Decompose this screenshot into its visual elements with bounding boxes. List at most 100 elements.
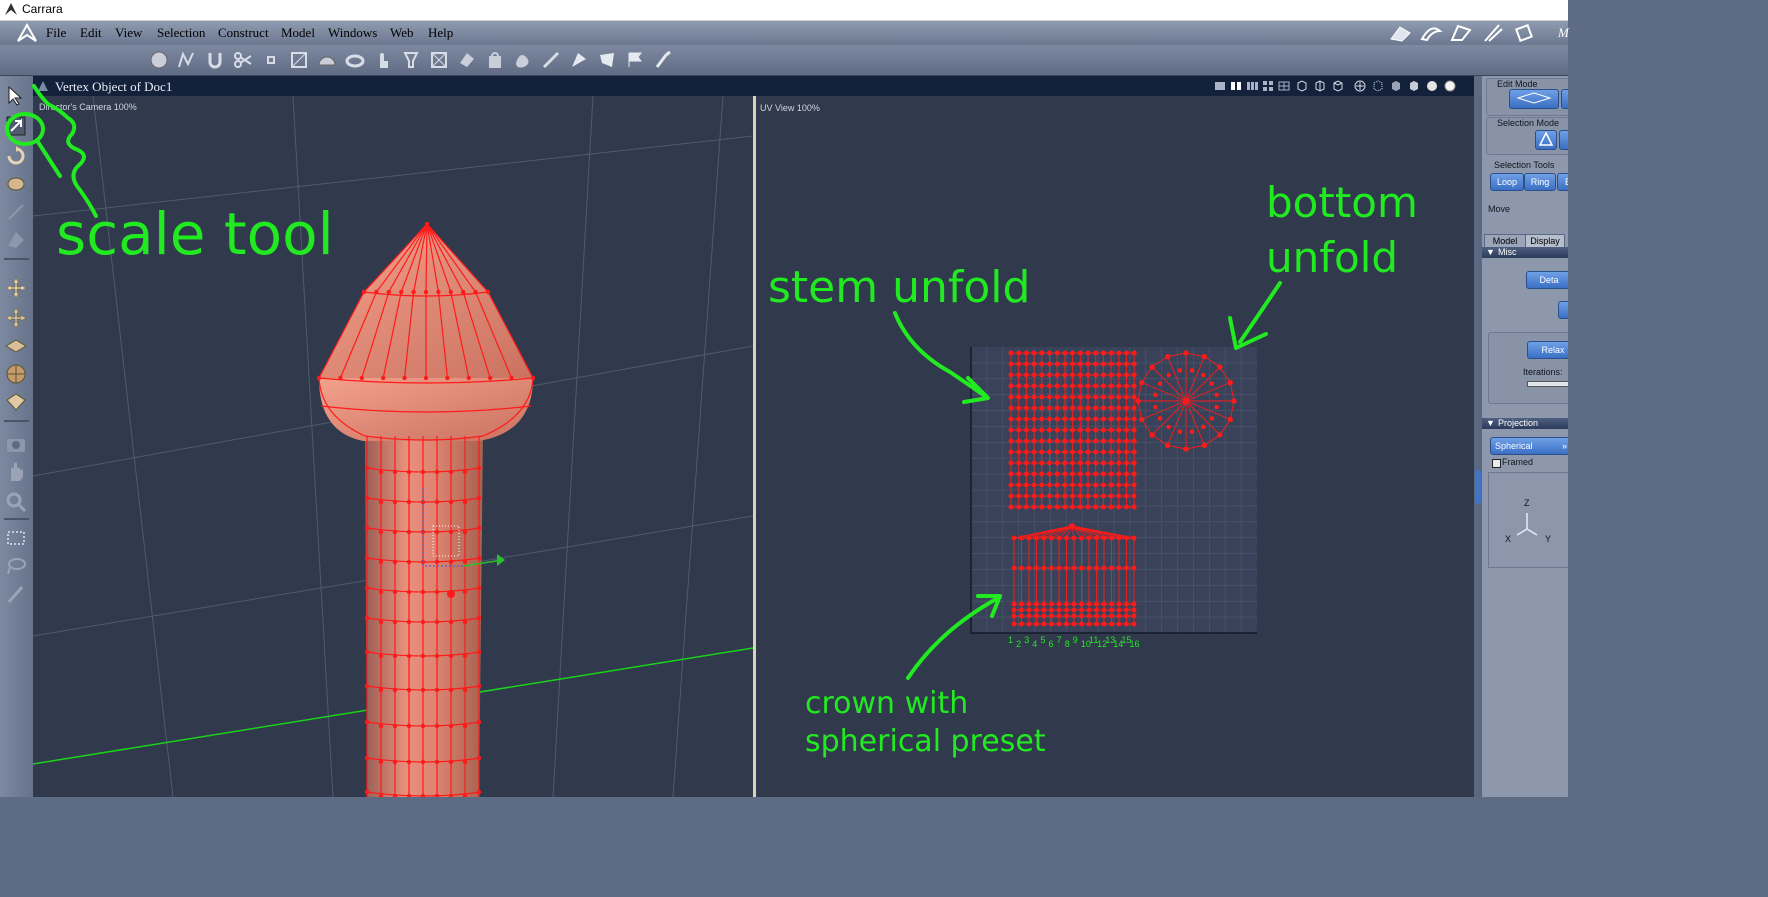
carrara-logo-icon	[5, 3, 17, 15]
camera-label[interactable]: Director's Camera 100%	[39, 102, 137, 112]
cube-side-icon[interactable]	[1313, 79, 1327, 93]
edit-mode-vertex-button[interactable]	[1509, 89, 1559, 109]
loop-button[interactable]: Loop	[1490, 173, 1524, 191]
menu-windows[interactable]: Windows	[328, 25, 377, 41]
iterations-slider[interactable]	[1527, 381, 1568, 387]
menu-web[interactable]: Web	[390, 25, 414, 41]
assemble-room-icon[interactable]	[1388, 23, 1414, 43]
solid-cube-icon[interactable]	[1407, 79, 1421, 93]
menu-edit[interactable]: Edit	[80, 25, 102, 41]
hand-pan-tool-icon[interactable]	[4, 460, 28, 484]
twist-tool-icon[interactable]	[4, 172, 28, 196]
move-z-tool-icon[interactable]	[4, 306, 28, 330]
relax-group: Relax Iterations:	[1488, 332, 1568, 404]
uv-column-number: 2	[1016, 639, 1021, 649]
shaded-cube-icon[interactable]	[1389, 79, 1403, 93]
arrow-select-tool-icon[interactable]	[4, 84, 28, 108]
ring-button[interactable]: Ring	[1524, 173, 1556, 191]
camera-tool-icon[interactable]	[4, 432, 28, 456]
pointer-hand-icon[interactable]	[372, 49, 394, 71]
marquee-select-tool-icon[interactable]	[4, 526, 28, 550]
menu-construct[interactable]: Construct	[218, 25, 269, 41]
navigate-icon[interactable]	[1353, 79, 1367, 93]
selection-tools-label: Selection Tools	[1494, 160, 1555, 170]
spline-tool-icon[interactable]	[176, 49, 198, 71]
magnet-tool-icon[interactable]	[204, 49, 226, 71]
sphere-primitive-icon[interactable]	[148, 49, 170, 71]
b-button[interactable]: B	[1557, 173, 1568, 191]
bounding-box-icon[interactable]	[288, 49, 310, 71]
knife-tool-icon[interactable]	[4, 200, 28, 224]
torus-icon[interactable]	[344, 49, 366, 71]
point-tool-icon[interactable]	[260, 49, 282, 71]
collapse-handle[interactable]	[1475, 470, 1481, 504]
cube-front-icon[interactable]	[1295, 79, 1309, 93]
lasso-tool-icon[interactable]	[4, 554, 28, 578]
menu-overflow[interactable]: M	[1558, 25, 1569, 41]
edit-mode-alt-button[interactable]	[1561, 89, 1568, 109]
scale-tool-icon[interactable]	[4, 114, 28, 138]
extrude-icon[interactable]	[456, 49, 478, 71]
lathe-icon[interactable]	[400, 49, 422, 71]
render-sphere-icon[interactable]	[1443, 79, 1457, 93]
zoom-tool-icon[interactable]	[4, 490, 28, 514]
layout-single-icon[interactable]	[1213, 79, 1227, 93]
paint-blob-icon[interactable]	[512, 49, 534, 71]
cube-top-icon[interactable]	[1331, 79, 1345, 93]
projection-select[interactable]: Spherical »	[1490, 437, 1568, 455]
detach-button[interactable]: Deta	[1526, 271, 1568, 289]
misc-small-button[interactable]	[1558, 301, 1568, 319]
wand-icon[interactable]	[652, 49, 674, 71]
select-edge-mode-button[interactable]	[1559, 130, 1568, 150]
render-room-icon[interactable]	[1512, 23, 1538, 43]
move-xy-tool-icon[interactable]	[4, 276, 28, 300]
brush-icon[interactable]	[540, 49, 562, 71]
uv-view-label[interactable]: UV View 100%	[760, 103, 820, 113]
texture-room-icon[interactable]	[1480, 23, 1506, 43]
storyboard-room-icon[interactable]	[1448, 23, 1474, 43]
axis-widget[interactable]: Z X Y	[1488, 472, 1568, 568]
flag-icon[interactable]	[624, 49, 646, 71]
layout-split-icon[interactable]	[1229, 79, 1243, 93]
bag-icon[interactable]	[484, 49, 506, 71]
rotate-tool-icon[interactable]	[4, 144, 28, 168]
trackball-tool-icon[interactable]	[4, 362, 28, 386]
axis-z-label: Z	[1524, 498, 1530, 508]
select-vertex-mode-button[interactable]	[1535, 130, 1557, 150]
layout-quad-icon[interactable]	[1261, 79, 1275, 93]
uv-column-number: 9	[1073, 635, 1078, 645]
layout-grid-icon[interactable]	[1277, 79, 1291, 93]
scissors-icon[interactable]	[232, 49, 254, 71]
menu-model[interactable]: Model	[281, 25, 315, 41]
bevel-tool-icon[interactable]	[4, 228, 28, 252]
misc-section-header[interactable]: ▼ Misc	[1482, 247, 1568, 258]
tab-display[interactable]: Display	[1525, 234, 1565, 248]
uv-column-number: 16	[1130, 639, 1140, 649]
menu-file[interactable]: File	[46, 25, 66, 41]
bend-icon[interactable]	[568, 49, 590, 71]
paint-select-tool-icon[interactable]	[4, 582, 28, 606]
uv-column-number: 4	[1032, 639, 1037, 649]
relax-button[interactable]: Relax	[1527, 341, 1568, 359]
shaded-sphere-icon[interactable]	[1425, 79, 1439, 93]
projection-section-header[interactable]: ▼ Projection	[1482, 418, 1568, 429]
cross-box-icon[interactable]	[428, 49, 450, 71]
panel-collapse-bar[interactable]	[1474, 96, 1482, 797]
menu-help[interactable]: Help	[428, 25, 453, 41]
tab-model[interactable]: Model	[1484, 234, 1526, 248]
menu-bar: File Edit View Selection Construct Model…	[0, 21, 1569, 45]
document-title: Vertex Object of Doc1	[55, 79, 173, 94]
move-plane-tool-icon[interactable]	[4, 334, 28, 358]
iterations-label: Iterations:	[1523, 367, 1563, 377]
dome-primitive-icon[interactable]	[316, 49, 338, 71]
model-room-icon[interactable]	[1418, 23, 1444, 43]
layout-three-icon[interactable]	[1245, 79, 1259, 93]
app-logo-icon[interactable]	[16, 23, 38, 43]
menu-view[interactable]: View	[115, 25, 142, 41]
framed-checkbox[interactable]	[1492, 459, 1501, 468]
wire-cube-icon[interactable]	[1371, 79, 1385, 93]
menu-selection[interactable]: Selection	[157, 25, 205, 41]
paint-shape-tool-icon[interactable]	[4, 390, 28, 414]
twist-icon[interactable]	[596, 49, 618, 71]
edit-mode-group: Edit Mode	[1486, 78, 1568, 116]
